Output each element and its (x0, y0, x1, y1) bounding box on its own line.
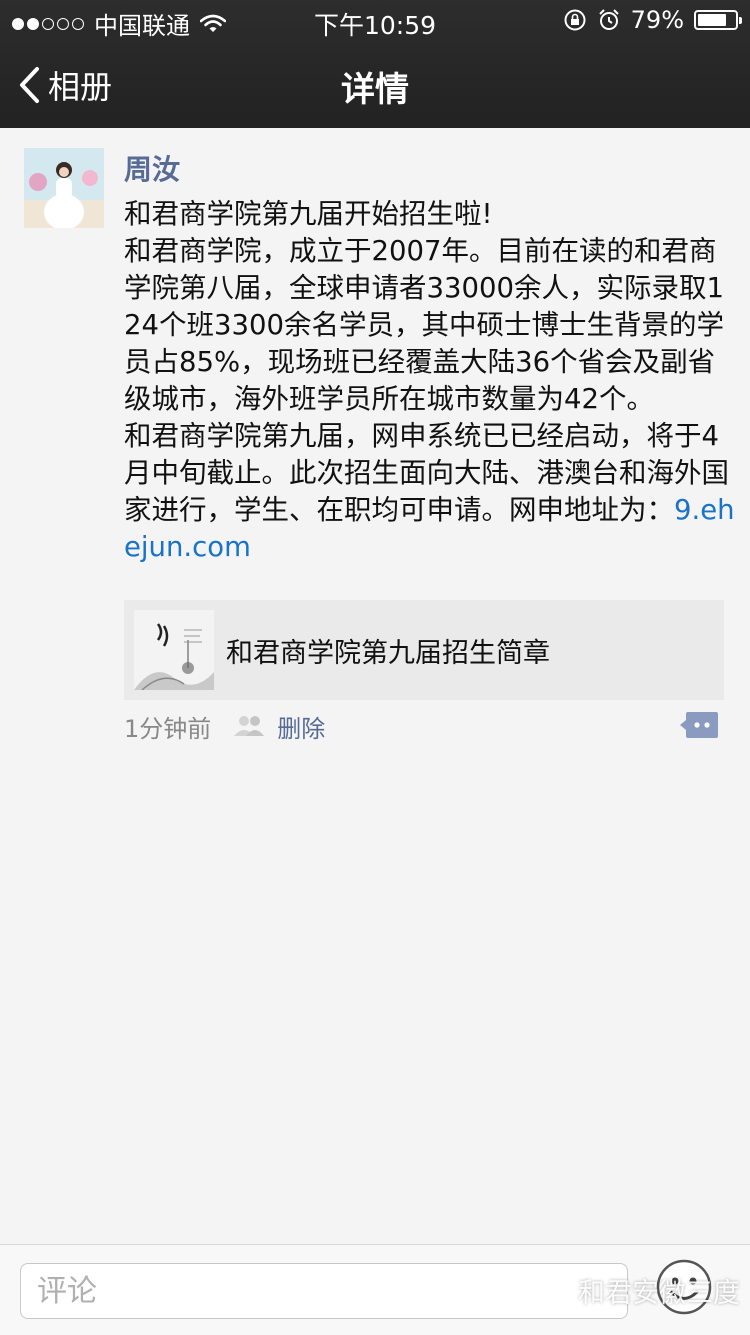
status-bar: 中国联通 下午10:59 79% (0, 0, 750, 40)
battery-fill (698, 14, 727, 26)
watermark-text: 和君安徽三度 (578, 1278, 740, 1309)
post-body: 和君商学院第九届开始招生啦! 和君商学院，成立于2007年。目前在读的和君商学院… (124, 196, 736, 566)
author-avatar[interactable] (24, 148, 104, 228)
chevron-left-icon (20, 67, 39, 103)
back-button[interactable]: 相册 (18, 62, 112, 108)
shared-article-card[interactable]: 和君商学院第九届招生简章 (124, 600, 724, 700)
rotation-lock-icon (564, 9, 586, 31)
shared-article-thumbnail (134, 610, 214, 690)
shared-article-title: 和君商学院第九届招生简章 (226, 637, 550, 669)
battery-percent: 79% (630, 6, 684, 34)
people-icon (234, 716, 265, 736)
post-meta: 1分钟前 删除 (124, 709, 325, 744)
alarm-icon (598, 9, 619, 30)
account-watermark: 和君安徽三度 (536, 1271, 740, 1310)
comment-bubble-icon (680, 712, 718, 738)
post-author-name[interactable]: 周汝 (124, 148, 180, 188)
post-text: 和君商学院第九届开始招生啦! 和君商学院，成立于2007年。目前在读的和君商学院… (124, 198, 729, 526)
post-timestamp: 1分钟前 (124, 714, 212, 743)
comment-options-button[interactable] (680, 710, 718, 740)
delete-button[interactable]: 删除 (277, 709, 325, 744)
comment-bar: 和君安徽三度 (0, 1244, 750, 1335)
back-button-label: 相册 (48, 68, 113, 106)
wechat-logo-icon (537, 1278, 571, 1303)
page-title: 详情 (341, 70, 409, 110)
app-header: 中国联通 下午10:59 79% 相册 详情 (0, 0, 750, 128)
battery-icon (694, 10, 742, 30)
